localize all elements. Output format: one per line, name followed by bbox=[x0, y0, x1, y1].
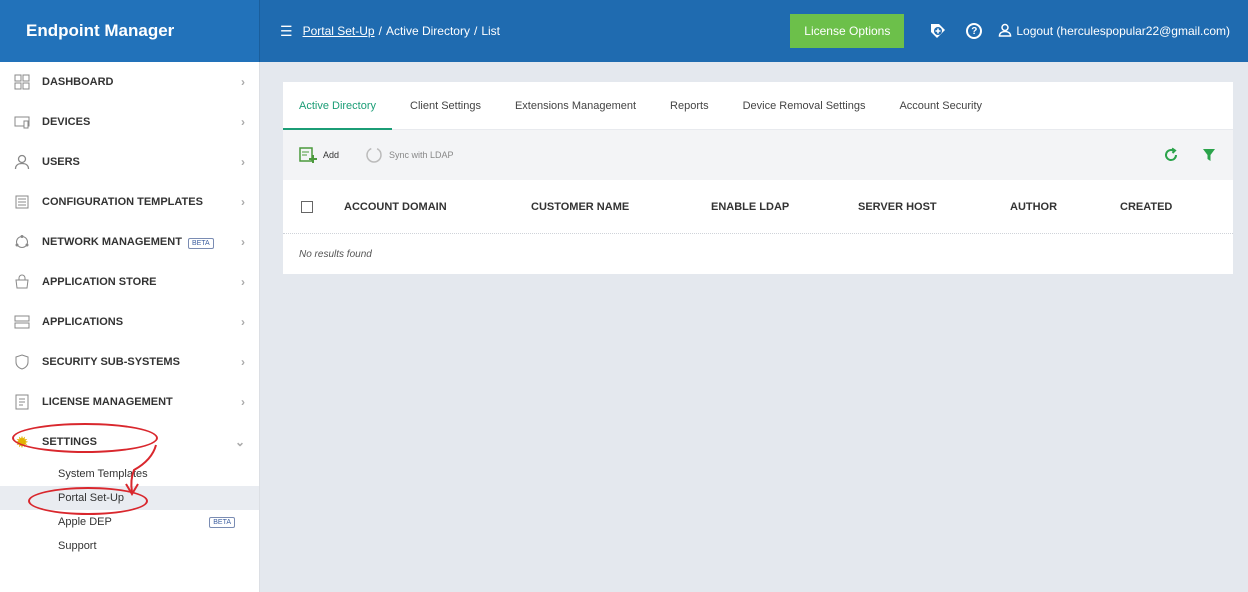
chevron-down-icon: ⌄ bbox=[234, 435, 245, 449]
sidebar-item-label: NETWORK MANAGEMENT BETA bbox=[42, 236, 241, 249]
tab-device-removal-settings[interactable]: Device Removal Settings bbox=[743, 82, 866, 130]
sidebar-item-devices[interactable]: DEVICES › bbox=[0, 102, 259, 142]
applications-icon bbox=[14, 314, 30, 330]
chevron-right-icon: › bbox=[241, 355, 245, 369]
sidebar-item-label: APPLICATION STORE bbox=[42, 276, 157, 288]
breadcrumb-separator: / bbox=[378, 24, 382, 38]
sidebar-item-configuration-templates[interactable]: CONFIGURATION TEMPLATES › bbox=[0, 182, 259, 222]
chevron-right-icon: › bbox=[241, 235, 245, 249]
select-all-checkbox[interactable] bbox=[301, 200, 313, 213]
breadcrumb-list: List bbox=[481, 24, 500, 38]
sidebar-item-label: APPLICATIONS bbox=[42, 316, 124, 328]
settings-tabs: Active Directory Client Settings Extensi… bbox=[282, 82, 1233, 130]
sidebar-subitem-apple-dep[interactable]: Apple DEP BETA bbox=[0, 510, 259, 534]
sidebar-item-label: CONFIGURATION TEMPLATES bbox=[42, 196, 203, 208]
sidebar-item-applications[interactable]: APPLICATIONS › bbox=[0, 302, 259, 342]
logout-label: Logout (herculespopular22@gmail.com) bbox=[1016, 24, 1230, 38]
breadcrumb-separator: / bbox=[473, 24, 478, 38]
beta-badge: BETA bbox=[187, 238, 214, 249]
sidebar-item-dashboard[interactable]: DASHBOARD › bbox=[0, 62, 259, 102]
help-icon[interactable]: ? bbox=[962, 19, 986, 43]
chevron-right-icon: › bbox=[241, 315, 245, 329]
column-enable-ldap[interactable]: ENABLE LDAP bbox=[711, 201, 858, 213]
subitem-label: Apple DEP bbox=[58, 516, 112, 528]
tag-add-icon[interactable] bbox=[926, 19, 950, 43]
sidebar-item-label: USERS bbox=[42, 156, 80, 168]
chevron-right-icon: › bbox=[241, 155, 245, 169]
column-account-domain[interactable]: ACCOUNT DOMAIN bbox=[344, 201, 531, 213]
sidebar-item-label: SECURITY SUB-SYSTEMS bbox=[42, 356, 180, 368]
tab-active-directory[interactable]: Active Directory bbox=[282, 82, 393, 130]
breadcrumb-portal-setup[interactable]: Portal Set-Up bbox=[303, 24, 375, 38]
breadcrumb: ☰ Portal Set-Up / Active Directory / Lis… bbox=[260, 23, 790, 40]
subitem-label: Support bbox=[58, 540, 97, 552]
sidebar: DASHBOARD › DEVICES › USERS › CONFIGURAT… bbox=[0, 62, 260, 592]
sidebar-item-label: DEVICES bbox=[42, 116, 91, 128]
sidebar-subitem-support[interactable]: Support bbox=[0, 534, 259, 558]
column-created[interactable]: CREATED bbox=[1120, 201, 1172, 213]
tab-reports[interactable]: Reports bbox=[670, 82, 709, 130]
add-icon bbox=[297, 144, 319, 166]
chevron-right-icon: › bbox=[241, 115, 245, 129]
sidebar-item-label: DASHBOARD bbox=[42, 76, 114, 88]
tab-extensions-management[interactable]: Extensions Management bbox=[515, 82, 636, 130]
network-icon bbox=[14, 234, 30, 250]
users-icon bbox=[14, 154, 30, 170]
chevron-right-icon: › bbox=[241, 395, 245, 409]
chevron-right-icon: › bbox=[241, 275, 245, 289]
filter-icon[interactable] bbox=[1199, 145, 1219, 165]
sidebar-item-users[interactable]: USERS › bbox=[0, 142, 259, 182]
column-author[interactable]: AUTHOR bbox=[1010, 201, 1120, 213]
user-icon bbox=[998, 23, 1012, 40]
sidebar-item-license-management[interactable]: LICENSE MANAGEMENT › bbox=[0, 382, 259, 422]
empty-state: No results found bbox=[299, 248, 372, 260]
sidebar-item-label-text: NETWORK MANAGEMENT bbox=[42, 236, 182, 248]
dashboard-icon bbox=[14, 74, 30, 90]
sidebar-item-label: LICENSE MANAGEMENT bbox=[42, 396, 173, 408]
sidebar-item-security-sub-systems[interactable]: SECURITY SUB-SYSTEMS › bbox=[0, 342, 259, 382]
sync-icon bbox=[363, 144, 385, 166]
breadcrumb-active-directory: Active Directory bbox=[385, 24, 470, 38]
sync-label: Sync with LDAP bbox=[389, 150, 454, 160]
column-customer-name[interactable]: CUSTOMER NAME bbox=[531, 201, 711, 213]
beta-badge: BETA bbox=[209, 516, 235, 528]
chevron-right-icon: › bbox=[241, 75, 245, 89]
annotation-arrow bbox=[125, 444, 157, 496]
tab-account-security[interactable]: Account Security bbox=[899, 82, 982, 130]
top-bar: Endpoint Manager ☰ Portal Set-Up / Activ… bbox=[0, 0, 1248, 62]
hamburger-menu-icon[interactable]: ☰ bbox=[280, 23, 293, 40]
column-server-host[interactable]: SERVER HOST bbox=[858, 201, 1010, 213]
store-icon bbox=[14, 274, 30, 290]
active-directory-panel: Active Directory Client Settings Extensi… bbox=[282, 82, 1233, 274]
sync-ldap-button[interactable]: Sync with LDAP bbox=[363, 144, 454, 166]
shield-icon bbox=[14, 354, 30, 370]
table-header: ACCOUNT DOMAIN CUSTOMER NAME ENABLE LDAP… bbox=[283, 180, 1233, 234]
chevron-right-icon: › bbox=[241, 195, 245, 209]
add-button[interactable]: Add bbox=[297, 144, 339, 166]
license-icon bbox=[14, 394, 30, 410]
devices-icon bbox=[14, 114, 30, 130]
sidebar-item-network-management[interactable]: NETWORK MANAGEMENT BETA › bbox=[0, 222, 259, 262]
app-brand[interactable]: Endpoint Manager bbox=[0, 0, 260, 62]
tab-client-settings[interactable]: Client Settings bbox=[410, 82, 481, 130]
license-options-button[interactable]: License Options bbox=[790, 14, 905, 48]
sidebar-item-application-store[interactable]: APPLICATION STORE › bbox=[0, 262, 259, 302]
add-label: Add bbox=[323, 150, 340, 160]
logout-link[interactable]: Logout (herculespopular22@gmail.com) bbox=[998, 23, 1248, 40]
refresh-icon[interactable] bbox=[1161, 145, 1181, 165]
toolbar: Add Sync with LDAP bbox=[283, 130, 1233, 180]
templates-icon bbox=[14, 194, 30, 210]
